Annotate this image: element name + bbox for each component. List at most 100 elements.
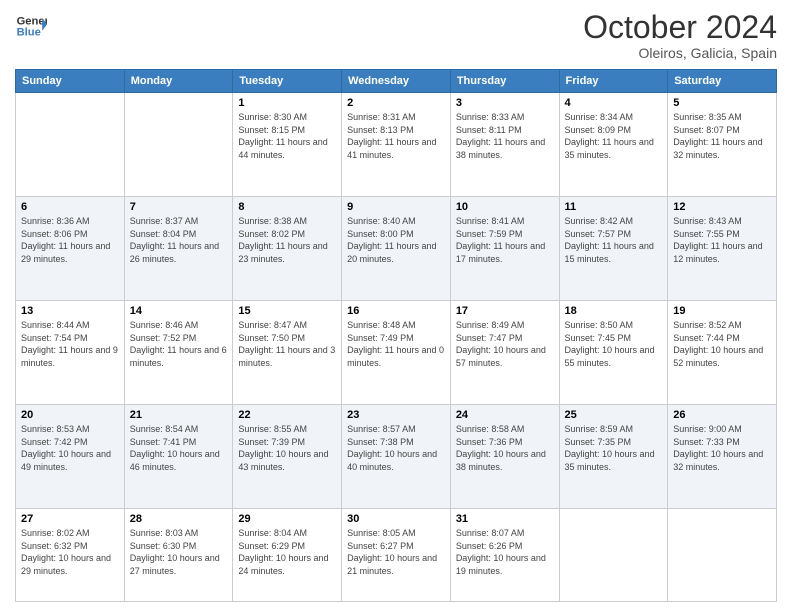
day-info: Sunrise: 8:44 AMSunset: 7:54 PMDaylight:… <box>21 319 119 369</box>
table-row: 15Sunrise: 8:47 AMSunset: 7:50 PMDayligh… <box>233 301 342 405</box>
day-info: Sunrise: 8:30 AMSunset: 8:15 PMDaylight:… <box>238 111 336 161</box>
day-info: Sunrise: 8:36 AMSunset: 8:06 PMDaylight:… <box>21 215 119 265</box>
table-row: 26 Sunrise: 9:00 AMSunset: 7:33 PMDayligh… <box>668 405 777 509</box>
day-info: Sunrise: 8:31 AMSunset: 8:13 PMDaylight:… <box>347 111 445 161</box>
day-number: 31 <box>456 513 554 525</box>
day-number: 26 <box>673 409 771 421</box>
day-info: Sunrise: 8:05 AMSunset: 6:27 PMDaylight:… <box>347 527 445 577</box>
header-monday: Monday <box>124 70 233 93</box>
table-row: 1 Sunrise: 8:30 AMSunset: 8:15 PMDaylight… <box>233 93 342 197</box>
logo: General Blue <box>15 10 47 42</box>
table-row: 20 Sunrise: 8:53 AMSunset: 7:42 PMDayligh… <box>16 405 125 509</box>
day-info: Sunrise: 8:49 AMSunset: 7:47 PMDaylight:… <box>456 319 554 369</box>
day-info: Sunrise: 9:00 AMSunset: 7:33 PMDaylight:… <box>673 423 771 473</box>
table-row: 31 Sunrise: 8:07 AMSunset: 6:26 PMDayligh… <box>450 508 559 601</box>
table-row: 9 Sunrise: 8:40 AMSunset: 8:00 PMDaylight… <box>342 197 451 301</box>
table-row: 11 Sunrise: 8:42 AMSunset: 7:57 PMDayligh… <box>559 197 668 301</box>
day-info: Sunrise: 8:38 AMSunset: 8:02 PMDaylight:… <box>238 215 336 265</box>
table-row <box>124 93 233 197</box>
logo-icon: General Blue <box>15 10 47 42</box>
header-wednesday: Wednesday <box>342 70 451 93</box>
day-info: Sunrise: 8:52 AMSunset: 7:44 PMDaylight:… <box>673 319 771 369</box>
calendar-page: General Blue October 2024 Oleiros, Galic… <box>0 0 792 612</box>
day-number: 24 <box>456 409 554 421</box>
day-number: 7 <box>130 201 228 213</box>
day-info: Sunrise: 8:02 AMSunset: 6:32 PMDaylight:… <box>21 527 119 577</box>
day-number: 30 <box>347 513 445 525</box>
table-row: 6Sunrise: 8:36 AMSunset: 8:06 PMDaylight… <box>16 197 125 301</box>
day-info: Sunrise: 8:53 AMSunset: 7:42 PMDaylight:… <box>21 423 119 473</box>
day-info: Sunrise: 8:03 AMSunset: 6:30 PMDaylight:… <box>130 527 228 577</box>
day-number: 4 <box>565 97 663 109</box>
day-number: 17 <box>456 305 554 317</box>
table-row: 24Sunrise: 8:58 AMSunset: 7:36 PMDayligh… <box>450 405 559 509</box>
day-info: Sunrise: 8:57 AMSunset: 7:38 PMDaylight:… <box>347 423 445 473</box>
day-number: 22 <box>238 409 336 421</box>
day-number: 19 <box>673 305 771 317</box>
title-section: October 2024 Oleiros, Galicia, Spain <box>583 10 777 61</box>
day-number: 18 <box>565 305 663 317</box>
header: General Blue October 2024 Oleiros, Galic… <box>15 10 777 61</box>
day-info: Sunrise: 8:41 AMSunset: 7:59 PMDaylight:… <box>456 215 554 265</box>
table-row: 22 Sunrise: 8:55 AMSunset: 7:39 PMDayligh… <box>233 405 342 509</box>
table-row: 5 Sunrise: 8:35 AMSunset: 8:07 PMDaylight… <box>668 93 777 197</box>
table-row: 30 Sunrise: 8:05 AMSunset: 6:27 PMDayligh… <box>342 508 451 601</box>
calendar-table: Sunday Monday Tuesday Wednesday Thursday… <box>15 69 777 602</box>
table-row: 25Sunrise: 8:59 AMSunset: 7:35 PMDayligh… <box>559 405 668 509</box>
table-row: 13 Sunrise: 8:44 AMSunset: 7:54 PMDayligh… <box>16 301 125 405</box>
table-row: 28 Sunrise: 8:03 AMSunset: 6:30 PMDayligh… <box>124 508 233 601</box>
day-info: Sunrise: 8:35 AMSunset: 8:07 PMDaylight:… <box>673 111 771 161</box>
day-number: 13 <box>21 305 119 317</box>
table-row <box>668 508 777 601</box>
day-info: Sunrise: 8:33 AMSunset: 8:11 PMDaylight:… <box>456 111 554 161</box>
day-number: 20 <box>21 409 119 421</box>
day-number: 3 <box>456 97 554 109</box>
table-row: 19 Sunrise: 8:52 AMSunset: 7:44 PMDayligh… <box>668 301 777 405</box>
day-number: 5 <box>673 97 771 109</box>
day-number: 16 <box>347 305 445 317</box>
day-info: Sunrise: 8:48 AMSunset: 7:49 PMDaylight:… <box>347 319 445 369</box>
header-tuesday: Tuesday <box>233 70 342 93</box>
day-number: 1 <box>238 97 336 109</box>
day-number: 28 <box>130 513 228 525</box>
table-row: 2Sunrise: 8:31 AMSunset: 8:13 PMDaylight… <box>342 93 451 197</box>
day-info: Sunrise: 8:40 AMSunset: 8:00 PMDaylight:… <box>347 215 445 265</box>
table-row: 14Sunrise: 8:46 AMSunset: 7:52 PMDayligh… <box>124 301 233 405</box>
day-number: 12 <box>673 201 771 213</box>
table-row <box>559 508 668 601</box>
day-info: Sunrise: 8:37 AMSunset: 8:04 PMDaylight:… <box>130 215 228 265</box>
day-info: Sunrise: 8:34 AMSunset: 8:09 PMDaylight:… <box>565 111 663 161</box>
day-info: Sunrise: 8:07 AMSunset: 6:26 PMDaylight:… <box>456 527 554 577</box>
table-row <box>16 93 125 197</box>
day-info: Sunrise: 8:47 AMSunset: 7:50 PMDaylight:… <box>238 319 336 369</box>
header-friday: Friday <box>559 70 668 93</box>
table-row: 23 Sunrise: 8:57 AMSunset: 7:38 PMDayligh… <box>342 405 451 509</box>
table-row: 8 Sunrise: 8:38 AMSunset: 8:02 PMDaylight… <box>233 197 342 301</box>
day-info: Sunrise: 8:54 AMSunset: 7:41 PMDaylight:… <box>130 423 228 473</box>
table-row: 18 Sunrise: 8:50 AMSunset: 7:45 PMDayligh… <box>559 301 668 405</box>
day-number: 9 <box>347 201 445 213</box>
table-row: 3 Sunrise: 8:33 AMSunset: 8:11 PMDaylight… <box>450 93 559 197</box>
table-row: 16 Sunrise: 8:48 AMSunset: 7:49 PMDayligh… <box>342 301 451 405</box>
location: Oleiros, Galicia, Spain <box>583 45 777 61</box>
svg-text:Blue: Blue <box>17 27 41 39</box>
table-row: 12Sunrise: 8:43 AMSunset: 7:55 PMDayligh… <box>668 197 777 301</box>
header-saturday: Saturday <box>668 70 777 93</box>
table-row: 10 Sunrise: 8:41 AMSunset: 7:59 PMDayligh… <box>450 197 559 301</box>
table-row: 27Sunrise: 8:02 AMSunset: 6:32 PMDayligh… <box>16 508 125 601</box>
day-number: 11 <box>565 201 663 213</box>
day-info: Sunrise: 8:42 AMSunset: 7:57 PMDaylight:… <box>565 215 663 265</box>
day-info: Sunrise: 8:55 AMSunset: 7:39 PMDaylight:… <box>238 423 336 473</box>
day-number: 14 <box>130 305 228 317</box>
header-thursday: Thursday <box>450 70 559 93</box>
day-number: 8 <box>238 201 336 213</box>
weekday-header-row: Sunday Monday Tuesday Wednesday Thursday… <box>16 70 777 93</box>
table-row: 17 Sunrise: 8:49 AMSunset: 7:47 PMDayligh… <box>450 301 559 405</box>
month-title: October 2024 <box>583 10 777 45</box>
day-number: 10 <box>456 201 554 213</box>
day-number: 25 <box>565 409 663 421</box>
table-row: 21Sunrise: 8:54 AMSunset: 7:41 PMDayligh… <box>124 405 233 509</box>
day-info: Sunrise: 8:50 AMSunset: 7:45 PMDaylight:… <box>565 319 663 369</box>
header-sunday: Sunday <box>16 70 125 93</box>
day-number: 23 <box>347 409 445 421</box>
